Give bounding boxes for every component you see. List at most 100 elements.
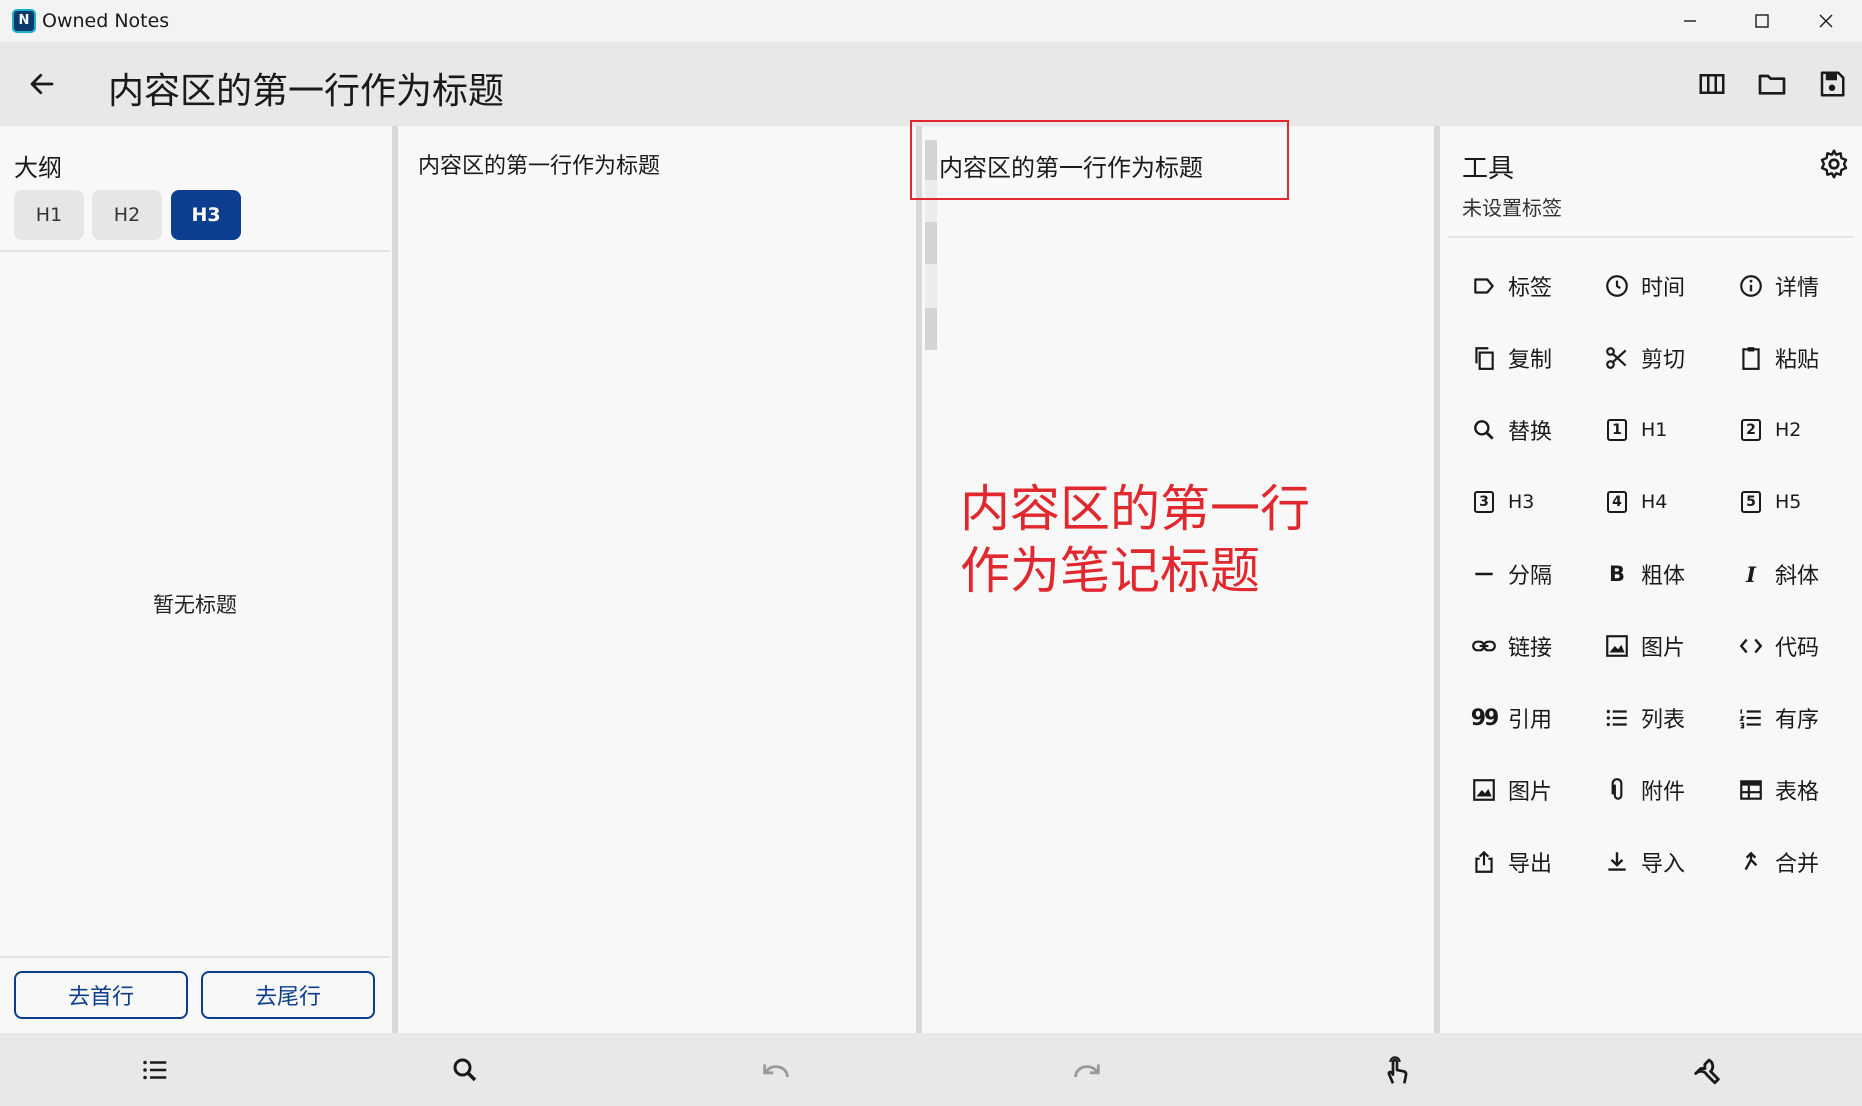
window-title: Owned Notes [42,10,170,32]
layout-columns-button[interactable] [1692,64,1732,104]
redo-button[interactable] [1062,1045,1112,1095]
tool-table[interactable]: 表格 [1737,768,1819,812]
tool-label: H4 [1641,491,1668,513]
wrench-icon [1694,1058,1720,1085]
tools-settings-button[interactable] [1814,144,1854,184]
tool-tag[interactable]: 标签 [1470,264,1552,308]
tool-paste[interactable]: 粘贴 [1737,336,1819,380]
clipboard-icon [1737,344,1765,372]
tool-image[interactable]: 图片 [1603,624,1685,668]
tool-label: 引用 [1508,708,1553,733]
window-titlebar: N Owned Notes [0,0,1862,42]
touch-icon [1387,1056,1408,1084]
tools-pane: 工具 未设置标签 标签 时间 详情 复制 剪切 粘贴 替换 1 H1 2 H2 [1440,126,1862,1033]
maximize-icon [1755,14,1769,28]
editor-first-line[interactable]: 内容区的第一行作为标题 [418,148,660,180]
open-folder-button[interactable] [1752,64,1792,104]
outline-list-icon [143,1060,167,1080]
tool-label: 替换 [1508,420,1553,445]
h4-box-icon: 4 [1603,488,1631,516]
tool-label: 分隔 [1508,564,1553,589]
tool-cut[interactable]: 剪切 [1603,336,1685,380]
outline-divider-bottom [0,956,390,958]
touch-mode-button[interactable] [1372,1045,1422,1095]
tool-label: 附件 [1641,780,1686,805]
clock-icon [1603,272,1631,300]
tool-details[interactable]: 详情 [1737,264,1819,308]
tool-bullet-list[interactable]: 列表 [1603,696,1685,740]
title-highlight-box [910,120,1289,200]
annotation-line: 作为笔记标题 [960,542,1260,600]
tool-time[interactable]: 时间 [1603,264,1685,308]
back-button[interactable] [22,64,62,104]
tool-label: 链接 [1508,636,1553,661]
tool-label: 粗体 [1641,564,1686,589]
note-title: 内容区的第一行作为标题 [108,71,505,112]
undo-icon [763,1064,789,1078]
tool-image-2[interactable]: 图片 [1470,768,1552,812]
undo-button[interactable] [751,1045,801,1095]
tool-label: 列表 [1641,708,1686,733]
label-icon [1470,272,1498,300]
tool-link[interactable]: 链接 [1470,624,1552,668]
go-last-line-button[interactable]: 去尾行 [201,971,375,1019]
tool-h2[interactable]: 2 H2 [1737,408,1801,452]
save-icon [1820,71,1845,97]
tool-h5[interactable]: 5 H5 [1737,480,1801,524]
tool-quote[interactable]: 99 引用 [1470,696,1552,740]
h1-box-icon: 1 [1603,416,1631,444]
close-icon [1819,14,1833,28]
outline-level-h1[interactable]: H1 [14,190,84,240]
outline-toggle-button[interactable] [130,1045,180,1095]
tool-label: 有序 [1775,708,1820,733]
gear-icon [1820,149,1848,179]
minimize-button[interactable] [1654,0,1726,42]
outline-level-h2[interactable]: H2 [92,190,162,240]
outline-divider [0,250,390,252]
outline-title: 大纲 [14,154,62,182]
quote-icon: 99 [1470,705,1500,731]
tool-code[interactable]: 代码 [1737,624,1819,668]
tool-italic[interactable]: I 斜体 [1737,552,1819,596]
tool-h3[interactable]: 3 H3 [1470,480,1534,524]
tool-copy[interactable]: 复制 [1470,336,1552,380]
tool-export[interactable]: 导出 [1470,840,1552,884]
outline-level-h3[interactable]: H3 [171,190,241,240]
app-header: 内容区的第一行作为标题 [0,42,1862,126]
tool-label: 图片 [1508,780,1553,805]
columns-icon [1699,74,1725,94]
tool-label: H1 [1641,419,1668,441]
numbered-list-icon [1737,704,1765,732]
tools-tag-status: 未设置标签 [1462,196,1562,220]
tools-toggle-button[interactable] [1682,1045,1732,1095]
minimize-icon [1684,20,1696,22]
close-button[interactable] [1790,0,1862,42]
tool-label: H2 [1775,419,1802,441]
share-icon [1470,848,1498,876]
tool-merge[interactable]: 合并 [1737,840,1819,884]
search-button[interactable] [440,1045,490,1095]
tool-label: 复制 [1508,348,1553,373]
go-first-line-button[interactable]: 去首行 [14,971,188,1019]
tool-attachment[interactable]: 附件 [1603,768,1685,812]
tool-label: 图片 [1641,636,1686,661]
tool-ordered-list[interactable]: 有序 [1737,696,1819,740]
tool-h4[interactable]: 4 H4 [1603,480,1667,524]
editor-pane[interactable]: 内容区的第一行作为标题 [398,126,916,1033]
tool-separator[interactable]: 分隔 [1470,552,1552,596]
tool-import[interactable]: 导入 [1603,840,1685,884]
h2-box-icon: 2 [1737,416,1765,444]
download-icon [1603,848,1631,876]
save-button[interactable] [1812,64,1852,104]
tool-h1[interactable]: 1 H1 [1603,408,1667,452]
info-icon [1737,272,1765,300]
tool-replace[interactable]: 替换 [1470,408,1552,452]
annotation-line: 内容区的第一行 [960,480,1310,538]
image-icon [1603,632,1631,660]
bottom-toolbar [0,1033,1862,1106]
maximize-button[interactable] [1726,0,1798,42]
tool-bold[interactable]: B 粗体 [1603,552,1685,596]
h5-box-icon: 5 [1737,488,1765,516]
tools-divider [1448,236,1854,238]
search-icon [453,1058,477,1082]
